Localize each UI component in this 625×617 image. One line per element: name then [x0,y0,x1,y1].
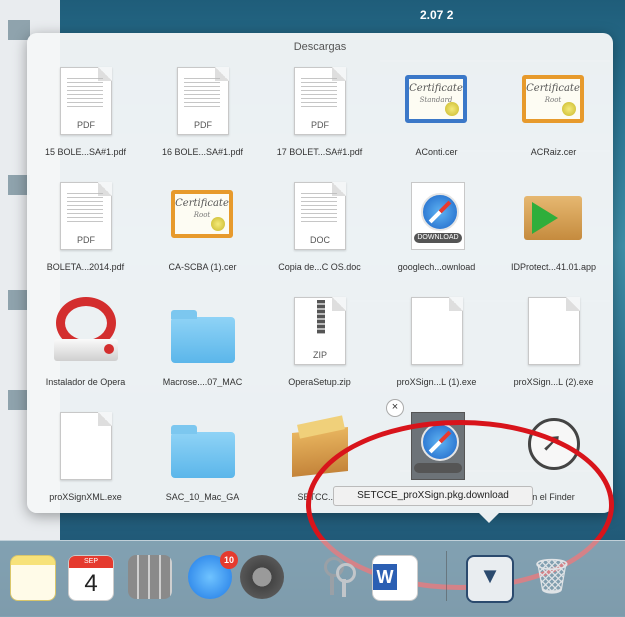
stack-item[interactable]: PDF BOLETA...2014.pdf [27,174,144,286]
stack-item-label: Copia de...C OS.doc [278,262,361,272]
stack-item[interactable]: DOWNLOAD googlech...ownload [378,174,495,286]
downloads-arrow-icon: ▼ [479,563,501,588]
downloads-stack-icon[interactable]: ▼ [466,555,514,603]
doc-file-icon: DOC [294,182,346,252]
stack-item[interactable]: DOC Copia de...C OS.doc [261,174,378,286]
stack-item-label: proXSign...L (2).exe [513,377,594,387]
blank-file-icon [60,412,112,482]
zip-file-icon: ZIP [294,297,346,367]
stack-item[interactable]: Certificate Root ACRaiz.cer [495,59,612,171]
calendar-month: SEP [69,556,113,568]
stack-item[interactable]: ZIP OperaSetup.zip [261,289,378,401]
calendar-app-icon[interactable]: SEP 4 [68,555,114,601]
word-letter: W [373,564,397,590]
installer-app-icon [524,182,582,252]
stack-item[interactable]: Instalador de Opera [27,289,144,401]
dock: SEP 4 10 W ▼ 🗑 [0,540,625,617]
stack-item-label: OperaSetup.zip [288,377,351,387]
calculator-app-icon[interactable] [128,555,172,599]
safari-download-icon: DOWNLOAD [411,182,465,252]
blank-file-icon [528,297,580,367]
pdf-file-icon: PDF [294,67,346,137]
stack-item[interactable]: PDF 15 BOLE...SA#1.pdf [27,59,144,171]
trash-icon[interactable]: 🗑 [530,555,574,599]
word-app-icon[interactable]: W [372,555,418,601]
stack-item-label: Macrose....07_MAC [162,377,243,387]
pdf-file-icon: PDF [60,182,112,252]
stack-item[interactable]: proXSign...L (2).exe [495,289,612,401]
stack-item-label: proXSign...L (1).exe [396,377,477,387]
app-store-icon[interactable]: 10 [188,551,238,599]
pdf-file-icon: PDF [60,67,112,137]
folder-icon [171,412,235,482]
certificate-icon: Certificate Root [522,67,584,137]
stack-item-label: ACRaiz.cer [530,147,577,157]
notes-app-icon[interactable] [10,555,56,601]
stack-item-label: 16 BOLE...SA#1.pdf [161,147,244,157]
dock-separator [446,551,447,601]
stack-item-label: CA-SCBA (1).cer [168,262,237,272]
stack-item[interactable]: IDProtect...41.01.app [495,174,612,286]
pdf-file-icon: PDF [177,67,229,137]
stack-item[interactable]: proXSignXML.exe [27,404,144,516]
stack-item-label: Instalador de Opera [45,377,126,387]
calendar-day: 4 [84,570,98,597]
stack-item-label: AConti.cer [415,147,458,157]
stack-item[interactable]: Certificate Root CA-SCBA (1).cer [144,174,261,286]
close-icon[interactable]: × [386,399,404,417]
stack-item-label: BOLETA...2014.pdf [46,262,125,272]
stack-item[interactable]: Certificate Standard AConti.cer [378,59,495,171]
stack-item-label: 15 BOLE...SA#1.pdf [44,147,127,157]
app-store-badge: 10 [220,551,238,569]
keychain-icon[interactable] [316,555,360,599]
stack-item[interactable]: Macrose....07_MAC [144,289,261,401]
stack-item-label: googlech...ownload [397,262,476,272]
certificate-icon: Certificate Root [171,182,233,252]
stack-item-label: IDProtect...41.01.app [510,262,597,272]
blank-file-icon [411,297,463,367]
opera-installer-icon [54,297,118,367]
trash-glyph: 🗑 [530,558,574,596]
folder-icon [171,297,235,367]
stack-item-label: SAC_10_Mac_GA [165,492,240,502]
stack-item[interactable]: PDF 17 BOLET...SA#1.pdf [261,59,378,171]
stack-item-label: 17 BOLET...SA#1.pdf [276,147,363,157]
stack-item-label: proXSignXML.exe [49,492,122,502]
certificate-icon: Certificate Standard [405,67,467,137]
system-preferences-icon[interactable] [240,555,284,599]
topbar-label: 2.07 2 [420,8,454,22]
stack-item[interactable]: PDF 16 BOLE...SA#1.pdf [144,59,261,171]
stack-title: Descargas [293,41,347,53]
stack-item[interactable]: SAC_10_Mac_GA [144,404,261,516]
stack-item[interactable]: proXSign...L (1).exe [378,289,495,401]
